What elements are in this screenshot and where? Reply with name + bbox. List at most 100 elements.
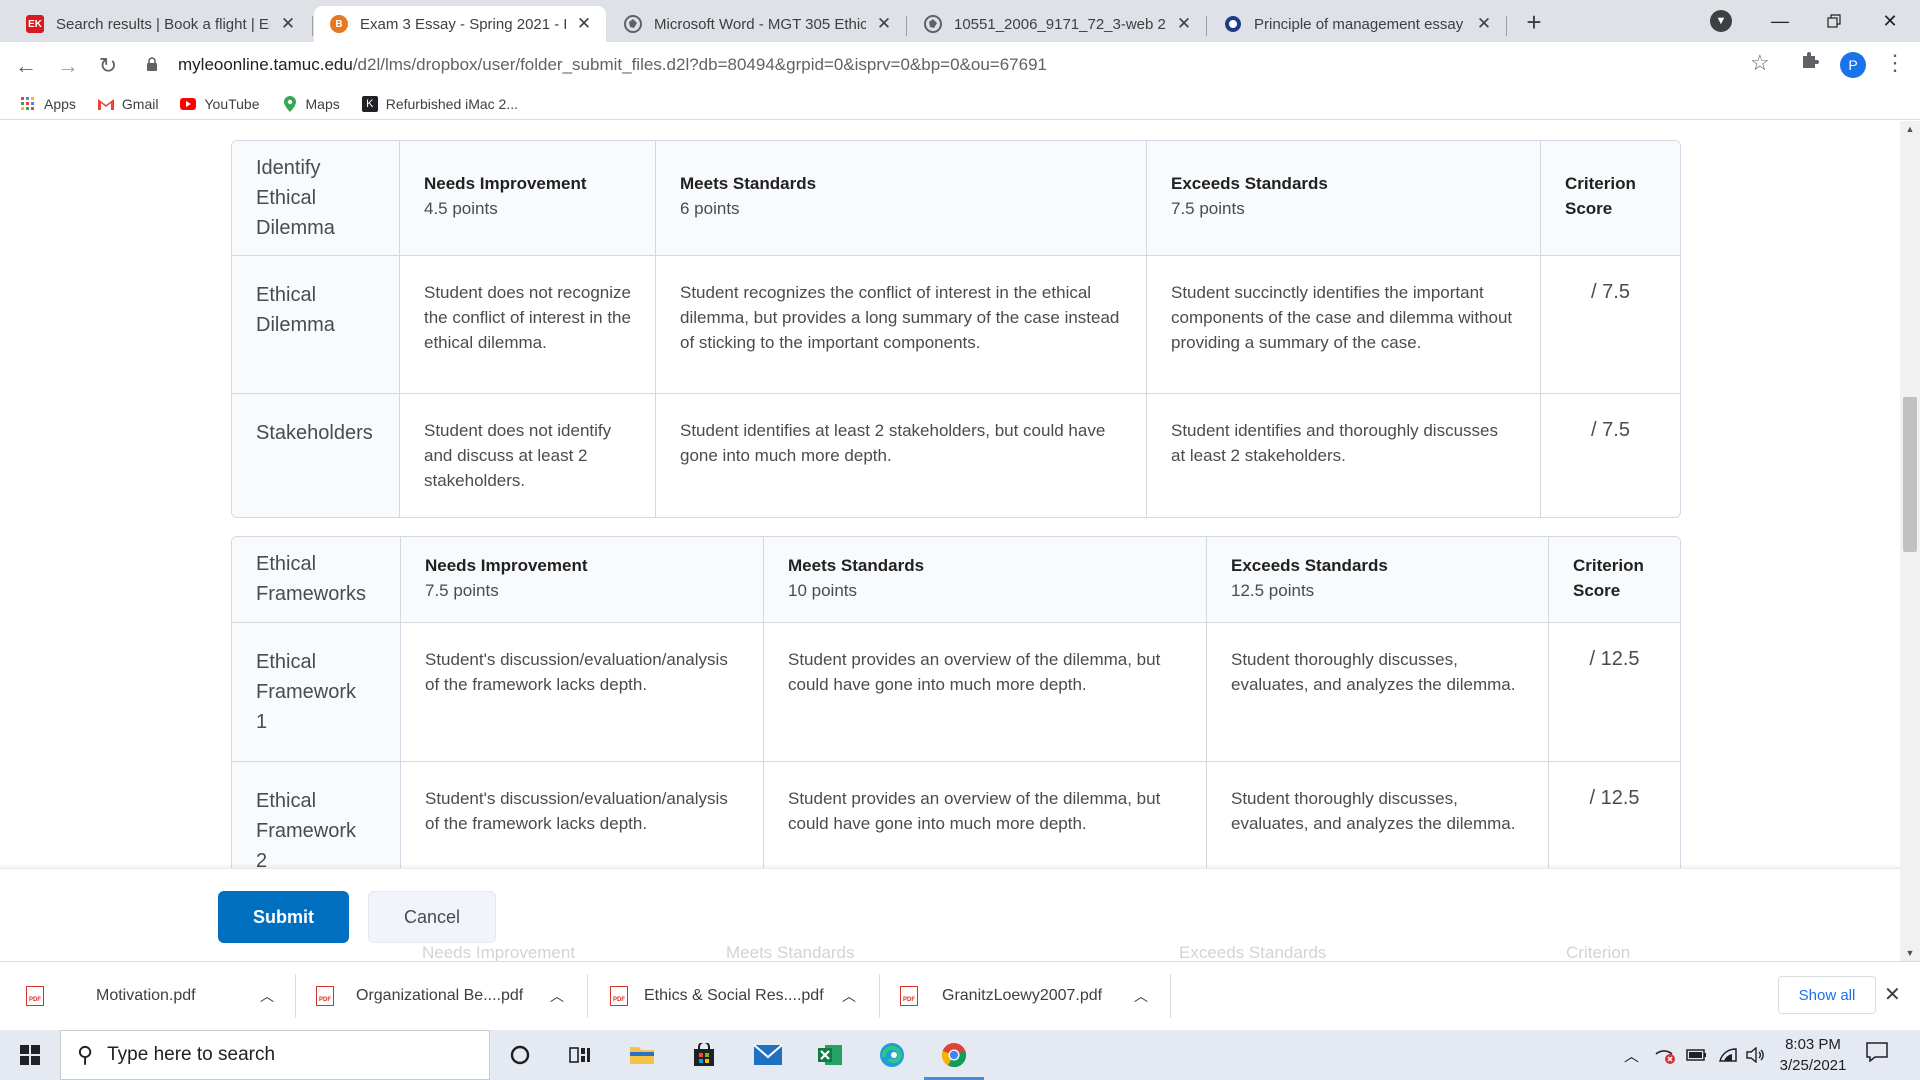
close-icon[interactable]: ✕ [874, 14, 894, 34]
show-all-downloads-button[interactable]: Show all [1778, 976, 1876, 1014]
level-description[interactable]: Student thoroughly discusses, evaluates,… [1207, 623, 1549, 762]
tab-exam-essay[interactable]: B Exam 3 Essay - Spring 2021 - Prin ✕ [314, 6, 606, 42]
volume-icon[interactable] [1746, 1030, 1766, 1080]
brightspace-favicon-icon: B [330, 15, 348, 33]
level-points: 7.5 points [1171, 199, 1245, 218]
level-description[interactable]: Student's discussion/evaluation/analysis… [401, 623, 764, 762]
battery-icon[interactable] [1686, 1030, 1708, 1080]
pdf-file-icon: PDF [900, 986, 918, 1006]
window-close-icon[interactable]: ✕ [1862, 0, 1918, 42]
download-item-motivation[interactable]: PDF Motivation.pdf ︿ [0, 962, 294, 1030]
edge-browser-icon[interactable] [872, 1035, 912, 1075]
chevron-up-icon[interactable]: ︿ [1134, 986, 1148, 1006]
network-warning-icon[interactable] [1654, 1030, 1676, 1080]
microsoft-store-icon[interactable] [684, 1035, 724, 1075]
youtube-icon [180, 96, 197, 112]
cancel-button[interactable]: Cancel [368, 891, 496, 943]
notifications-icon[interactable] [1866, 1042, 1888, 1068]
taskbar-search-input[interactable]: ⚲ Type here to search [60, 1030, 490, 1080]
page-scrollbar[interactable]: ▲ ▼ [1900, 121, 1920, 961]
scrollbar-thumb[interactable] [1903, 397, 1917, 552]
chevron-up-icon[interactable]: ︿ [260, 986, 274, 1006]
task-view-icon[interactable] [560, 1035, 600, 1075]
bookmark-youtube[interactable]: YouTube [180, 96, 260, 112]
tab-flight-search[interactable]: EK Search results | Book a flight | Em ✕ [10, 6, 310, 42]
criterion-cell: Ethical Framework 1 [232, 623, 401, 762]
maps-icon [282, 95, 298, 112]
level-points: 4.5 points [424, 199, 498, 218]
close-icon[interactable]: ✕ [1474, 14, 1494, 34]
close-icon[interactable]: ✕ [574, 14, 594, 34]
download-item-ethics[interactable]: PDF Ethics & Social Res....pdf ︿ [588, 962, 878, 1030]
tab-title: 10551_2006_9171_72_3-web 293 [954, 15, 1166, 33]
close-downloads-icon[interactable]: ✕ [1884, 982, 1901, 1007]
level-description[interactable]: Student recognizes the conflict of inter… [656, 256, 1147, 394]
bookmark-star-icon[interactable]: ☆ [1750, 50, 1770, 76]
close-icon[interactable]: ✕ [278, 14, 298, 34]
scroll-down-icon[interactable]: ▼ [1900, 945, 1920, 961]
mail-icon[interactable] [748, 1035, 788, 1075]
bookmark-label: Gmail [121, 95, 159, 112]
level-description[interactable]: Student provides an overview of the dile… [764, 623, 1207, 762]
chevron-up-icon[interactable]: ︿ [550, 986, 564, 1006]
address-bar[interactable]: myleoonline.tamuc.edu/d2l/lms/dropbox/us… [138, 48, 1778, 82]
cortana-icon[interactable] [500, 1035, 540, 1075]
chevron-up-icon[interactable]: ︿ [842, 986, 856, 1006]
bookmark-maps[interactable]: Maps [282, 95, 340, 112]
level-description[interactable]: Student does not identify and discuss at… [400, 394, 656, 517]
level-description[interactable]: Student identifies at least 2 stakeholde… [656, 394, 1147, 517]
level-description[interactable]: Student does not recognize the conflict … [400, 256, 656, 394]
criterion-cell: Stakeholders [232, 394, 400, 517]
restore-icon[interactable] [1806, 0, 1862, 42]
tab-management-essay[interactable]: Principle of management essay | ✕ [1208, 6, 1506, 42]
taskbar-clock[interactable]: 8:03 PM 3/25/2021 [1768, 1034, 1858, 1076]
extensions-puzzle-icon[interactable] [1800, 50, 1820, 76]
download-item-granitz[interactable]: PDF GranitzLoewy2007.pdf ︿ [880, 962, 1170, 1030]
windows-taskbar: ⚲ Type here to search ︿ 8:03 PM 3/25/202… [0, 1030, 1920, 1080]
table-row: Stakeholders Student does not identify a… [232, 394, 1680, 517]
pdf-file-icon: PDF [610, 986, 628, 1006]
ghost-level-header: Criterion [1566, 943, 1631, 962]
chrome-menu-icon[interactable]: ⋮ [1884, 50, 1906, 76]
bookmark-gmail[interactable]: Gmail [97, 95, 159, 112]
submit-button[interactable]: Submit [218, 891, 349, 943]
tab-pdf-article[interactable]: 10551_2006_9171_72_3-web 293 ✕ [908, 6, 1206, 42]
profile-avatar[interactable]: P [1840, 52, 1866, 78]
tab-divider [312, 16, 313, 36]
level-points: 12.5 points [1231, 581, 1315, 600]
tab-divider [1506, 16, 1507, 36]
level-name: Needs Improvement [425, 556, 588, 575]
excel-icon[interactable] [810, 1035, 850, 1075]
forward-arrow-icon[interactable]: → [52, 50, 84, 82]
close-icon[interactable]: ✕ [1174, 14, 1194, 34]
bookmark-apps[interactable]: Apps [20, 96, 76, 112]
tab-search-icon[interactable]: ▼ [1710, 10, 1732, 32]
scroll-up-icon[interactable]: ▲ [1900, 121, 1920, 137]
tab-word-document[interactable]: Microsoft Word - MGT 305 Ethics ✕ [608, 6, 906, 42]
lock-icon [146, 56, 164, 74]
criterion-score-header: Criterion Score [1541, 141, 1680, 256]
gmail-icon [97, 96, 114, 112]
back-arrow-icon[interactable]: ← [10, 50, 42, 82]
minimize-icon[interactable]: — [1752, 0, 1808, 42]
criterion-score: / 12.5 [1549, 623, 1680, 762]
download-filename: Motivation.pdf [96, 987, 196, 1004]
wifi-icon[interactable] [1718, 1030, 1738, 1080]
chrome-browser-icon[interactable] [934, 1035, 974, 1075]
tab-divider [906, 16, 907, 36]
bookmark-refurbished-imac[interactable]: K Refurbished iMac 2... [361, 95, 518, 112]
download-item-organizational[interactable]: PDF Organizational Be....pdf ︿ [296, 962, 586, 1030]
show-hidden-icons-chevron-icon[interactable]: ︿ [1624, 1030, 1639, 1080]
criterion-name: Ethical Framework 1 [256, 651, 357, 733]
emirates-favicon-icon: EK [26, 15, 44, 33]
new-tab-plus-icon[interactable]: + [1520, 8, 1548, 36]
file-explorer-icon[interactable] [622, 1035, 662, 1075]
search-placeholder: Type here to search [107, 1044, 276, 1065]
windows-start-icon[interactable] [0, 1030, 60, 1080]
tab-title: Exam 3 Essay - Spring 2021 - Prin [360, 15, 566, 33]
level-description[interactable]: Student identifies and thoroughly discus… [1147, 394, 1541, 517]
reload-icon[interactable]: ↻ [92, 50, 124, 82]
ghost-level-header: Needs Improvement [422, 943, 576, 962]
level-description[interactable]: Student succinctly identifies the import… [1147, 256, 1541, 394]
criterion-group-header: Ethical Frameworks [232, 537, 401, 623]
